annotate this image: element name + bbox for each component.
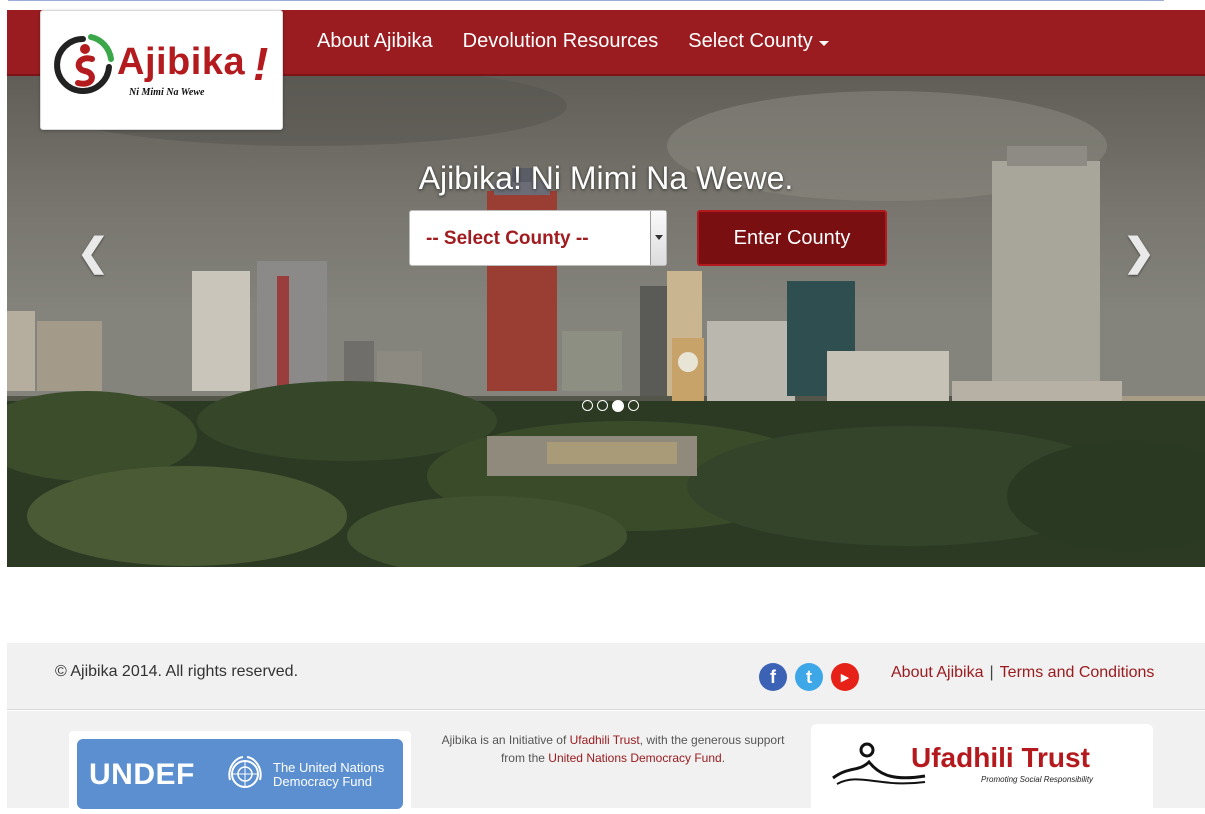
ufadhili-trust-link[interactable]: Ufadhili Trust [570,733,640,747]
nav-select-county-dropdown[interactable]: Select County [688,30,829,53]
initiative-prefix: Ajibika is an Initiative of [441,733,567,747]
copyright-text: © Ajibika 2014. All rights reserved. [55,663,299,680]
hero-carousel: Ajibika! Ni Mimi Na Wewe. -- Select Coun… [7,76,1205,567]
nav-devolution-resources[interactable]: Devolution Resources [463,30,659,53]
county-select[interactable]: -- Select County -- [409,210,667,266]
caret-down-icon [818,40,829,46]
logo-emblem-icon [54,34,114,94]
logo-exclaim: ! [253,38,269,90]
hero-title: Ajibika! Ni Mimi Na Wewe. [418,160,794,196]
chevron-right-icon[interactable]: ❯ [1123,234,1155,272]
nav-select-county-label: Select County [688,30,813,52]
undef-link[interactable]: United Nations Democracy Fund [548,751,721,765]
social-links: f t ▶ [759,663,859,691]
carousel-indicators [582,400,639,412]
un-emblem-icon [228,756,262,788]
carousel-dot[interactable] [628,400,639,411]
undef-banner: UNDEF The United Nations Democracy Fund [77,739,403,809]
footer-link-terms[interactable]: Terms and Conditions [1000,664,1155,682]
undef-acronym: UNDEF [89,758,195,791]
logo-wordmark: Ajibika [117,41,246,83]
logo[interactable]: Ajibika ! Ni Mimi Na Wewe [40,10,283,130]
ufadhili-wordmark: Ufadhili Trust [911,742,1090,773]
ufadhili-logo[interactable]: Ufadhili Trust Promoting Social Responsi… [811,724,1153,814]
enter-county-button[interactable]: Enter County [697,210,887,266]
footer-partners: UNDEF The United Nations Democracy Fund … [7,711,1205,814]
initiative-suffix: . [721,751,726,765]
footer-bar: © Ajibika 2014. All rights reserved. f t… [7,643,1205,710]
county-select-value: -- Select County -- [426,228,589,249]
logo-tagline: Ni Mimi Na Wewe [129,87,205,98]
facebook-icon[interactable]: f [759,663,787,691]
footer-link-about[interactable]: About Ajibika [891,664,984,682]
carousel-dot-active[interactable] [612,400,624,412]
nav-links: About Ajibika Devolution Resources Selec… [317,30,829,53]
footer-links: About Ajibika | Terms and Conditions [891,664,1154,682]
chevron-left-icon[interactable]: ❮ [77,234,109,272]
ufadhili-tagline: Promoting Social Responsibility [981,775,1094,784]
youtube-icon[interactable]: ▶ [831,663,859,691]
city-skyline-image [7,76,1205,567]
twitter-icon[interactable]: t [795,663,823,691]
footer-link-separator: | [989,664,994,681]
undef-line-1: The United Nations [273,760,385,775]
undef-line-2: Democracy Fund [273,774,372,789]
nav-about-ajibika[interactable]: About Ajibika [317,30,433,53]
undef-subtitle: The United Nations Democracy Fund [273,761,384,789]
select-arrow-icon[interactable] [650,211,666,265]
top-rule [8,0,1164,6]
undef-logo[interactable]: UNDEF The United Nations Democracy Fund [69,731,411,811]
carousel-dot[interactable] [582,400,593,411]
nav-about-label: About Ajibika [317,30,433,52]
carousel-dot[interactable] [597,400,608,411]
nav-devolution-label: Devolution Resources [462,30,659,52]
initiative-text: Ajibika is an Initiative of Ufadhili Tru… [433,731,793,767]
